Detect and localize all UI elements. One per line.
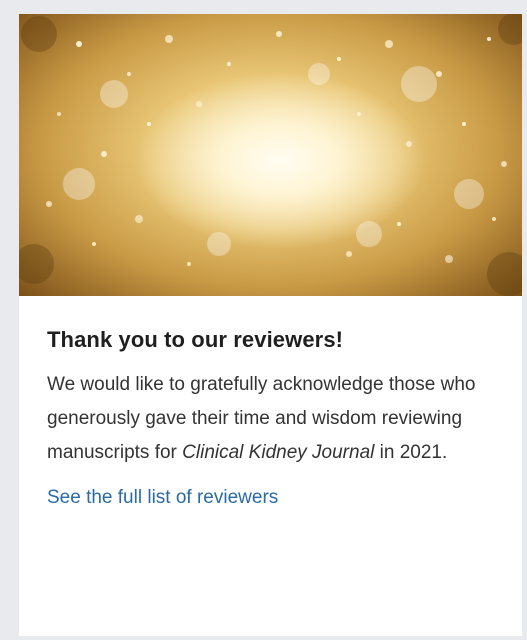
gold-bokeh-banner-image	[19, 14, 522, 296]
journal-name: Clinical Kidney Journal	[182, 442, 375, 463]
card-content: Thank you to our reviewers! We would lik…	[19, 296, 522, 512]
body-text-after: in 2021.	[374, 442, 448, 463]
card-title: Thank you to our reviewers!	[47, 327, 344, 352]
card-body-text: We would like to gratefully acknowledge …	[47, 368, 494, 470]
bokeh-sparkles	[19, 14, 522, 296]
reviewers-card: Thank you to our reviewers! We would lik…	[19, 14, 522, 636]
full-reviewers-list-link[interactable]: See the full list of reviewers	[47, 484, 278, 512]
